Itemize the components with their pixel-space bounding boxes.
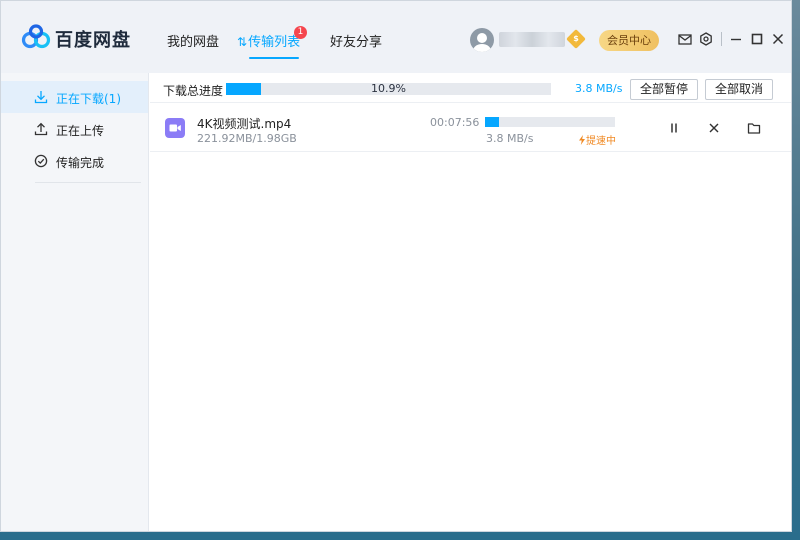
pause-all-button[interactable]: 全部暂停 [630, 79, 698, 100]
settings-icon[interactable] [699, 32, 713, 46]
baidu-netdisk-logo-icon [21, 24, 51, 49]
file-size: 221.92MB/1.98GB [197, 132, 297, 145]
upload-icon [34, 122, 48, 136]
cancel-download-icon[interactable] [707, 121, 721, 135]
sidebar-item-label: 正在上传 [56, 124, 105, 138]
app-name: 百度网盘 [55, 30, 131, 51]
total-speed: 3.8 MB/s [575, 82, 623, 95]
table-row[interactable]: 4K视频测试.mp4 221.92MB/1.98GB 00:07:56 3.8 … [150, 104, 791, 152]
boost-status: 提速中 [578, 132, 616, 147]
sidebar-item-label: 传输完成 [56, 156, 105, 170]
video-file-icon [165, 118, 185, 138]
transfer-count-badge: 1 [294, 26, 307, 39]
tab-transfer-list-label: 传输列表 [248, 35, 301, 50]
sidebar-item-completed[interactable]: 传输完成 [1, 145, 148, 177]
sidebar-item-downloading[interactable]: 正在下载(1) [1, 81, 148, 113]
title-bar: 百度网盘 我的网盘 ⇅传输列表 1 好友分享 $ 会员中心 [1, 1, 791, 73]
minimize-icon[interactable] [729, 32, 743, 46]
file-progress-bar [485, 117, 615, 127]
cancel-all-button[interactable]: 全部取消 [705, 79, 773, 100]
open-folder-icon[interactable] [747, 121, 761, 135]
mail-icon[interactable] [678, 32, 692, 46]
vip-center-button[interactable]: 会员中心 [599, 30, 659, 51]
title-bar-divider [721, 32, 722, 46]
app-window: 百度网盘 我的网盘 ⇅传输列表 1 好友分享 $ 会员中心 正在下载(1) 正在… [0, 0, 792, 532]
sidebar-divider [35, 182, 141, 183]
vip-gem-icon[interactable]: $ [566, 29, 586, 49]
lightning-icon [579, 135, 585, 145]
active-tab-underline [249, 57, 299, 59]
transfer-arrows-icon: ⇅ [237, 35, 248, 49]
file-speed: 3.8 MB/s [486, 132, 534, 145]
maximize-icon[interactable] [750, 32, 764, 46]
file-progress-fill [485, 117, 500, 127]
total-progress-row: 下载总进度 10.9% 3.8 MB/s 全部暂停 全部取消 [150, 73, 791, 103]
file-name: 4K视频测试.mp4 [197, 117, 292, 131]
close-icon[interactable] [771, 32, 785, 46]
tab-friend-share[interactable]: 好友分享 [330, 31, 382, 50]
tab-transfer-list[interactable]: ⇅传输列表 [237, 31, 300, 50]
sidebar-item-uploading[interactable]: 正在上传 [1, 113, 148, 145]
avatar[interactable] [470, 28, 494, 52]
transfer-panel: 下载总进度 10.9% 3.8 MB/s 全部暂停 全部取消 4K视频测试.mp… [150, 73, 791, 531]
download-icon [34, 91, 48, 104]
time-remaining: 00:07:56 [430, 116, 480, 129]
total-progress-percent: 10.9% [371, 82, 406, 95]
tab-my-netdisk[interactable]: 我的网盘 [167, 31, 219, 50]
boost-label: 提速中 [586, 136, 616, 147]
sidebar: 正在下载(1) 正在上传 传输完成 [1, 73, 149, 531]
username-blurred[interactable] [499, 32, 565, 47]
total-progress-label: 下载总进度 [163, 84, 224, 98]
check-circle-icon [34, 154, 48, 168]
sidebar-item-label: 正在下载(1) [56, 92, 121, 106]
pause-icon[interactable] [667, 121, 681, 135]
